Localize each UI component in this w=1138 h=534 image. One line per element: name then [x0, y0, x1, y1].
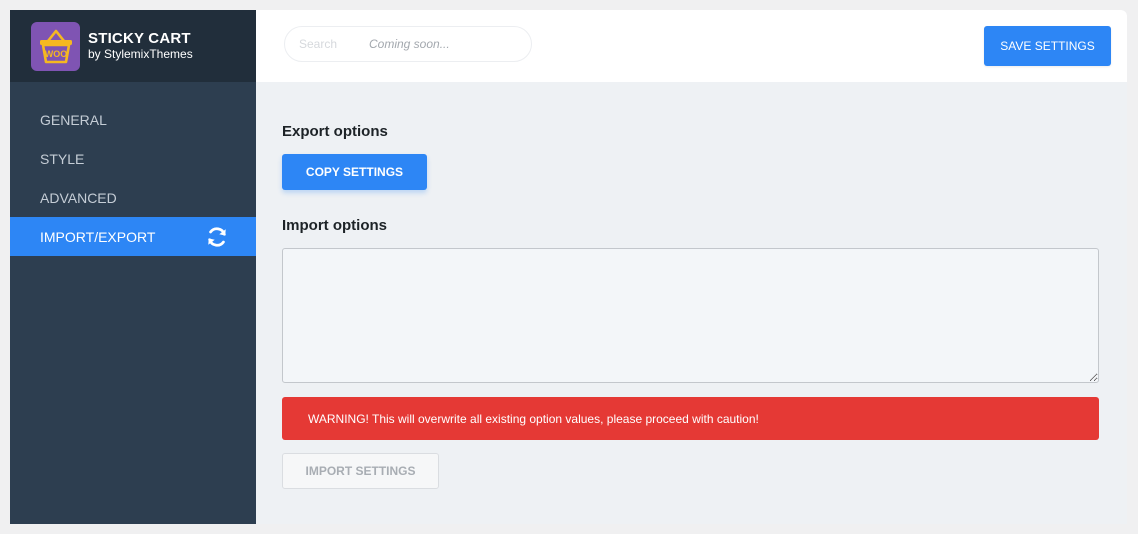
copy-settings-button[interactable]: COPY SETTINGS: [282, 154, 427, 190]
sidebar-item-import-export[interactable]: IMPORT/EXPORT: [10, 217, 256, 256]
app-subtitle: by StylemixThemes: [88, 46, 193, 61]
brand-text: STICKY CART by StylemixThemes: [88, 29, 193, 62]
sidebar-item-advanced[interactable]: ADVANCED: [10, 178, 256, 217]
logo-text: WOO: [44, 49, 67, 59]
sidebar-nav: GENERAL STYLE ADVANCED IMPORT/EXPORT: [10, 100, 256, 256]
app-window: WOO STICKY CART by StylemixThemes GENERA…: [10, 10, 1127, 524]
app-title: STICKY CART: [88, 29, 191, 47]
export-options-heading: Export options: [282, 123, 388, 140]
sidebar-item-style[interactable]: STYLE: [10, 139, 256, 178]
sidebar-item-label: GENERAL: [40, 111, 107, 128]
import-settings-button[interactable]: IMPORT SETTINGS: [282, 453, 439, 489]
save-settings-button[interactable]: SAVE SETTINGS: [984, 26, 1111, 66]
search-coming-soon-note: Coming soon...: [369, 37, 450, 51]
search-box: Coming soon...: [284, 26, 532, 62]
refresh-icon: [206, 226, 228, 248]
sidebar-item-label: STYLE: [40, 150, 85, 167]
sidebar-item-general[interactable]: GENERAL: [10, 100, 256, 139]
top-bar: Coming soon... SAVE SETTINGS: [256, 10, 1127, 82]
brand-header: WOO STICKY CART by StylemixThemes: [10, 10, 256, 82]
sidebar-item-label: IMPORT/EXPORT: [40, 228, 156, 245]
overwrite-warning-banner: WARNING! This will overwrite all existin…: [282, 397, 1099, 440]
import-options-textarea[interactable]: [282, 248, 1099, 383]
sidebar: WOO STICKY CART by StylemixThemes GENERA…: [10, 10, 256, 524]
search-input[interactable]: [285, 37, 355, 51]
woo-basket-logo-icon: WOO: [31, 21, 80, 71]
sidebar-item-label: ADVANCED: [40, 189, 117, 206]
import-options-heading: Import options: [282, 217, 387, 234]
